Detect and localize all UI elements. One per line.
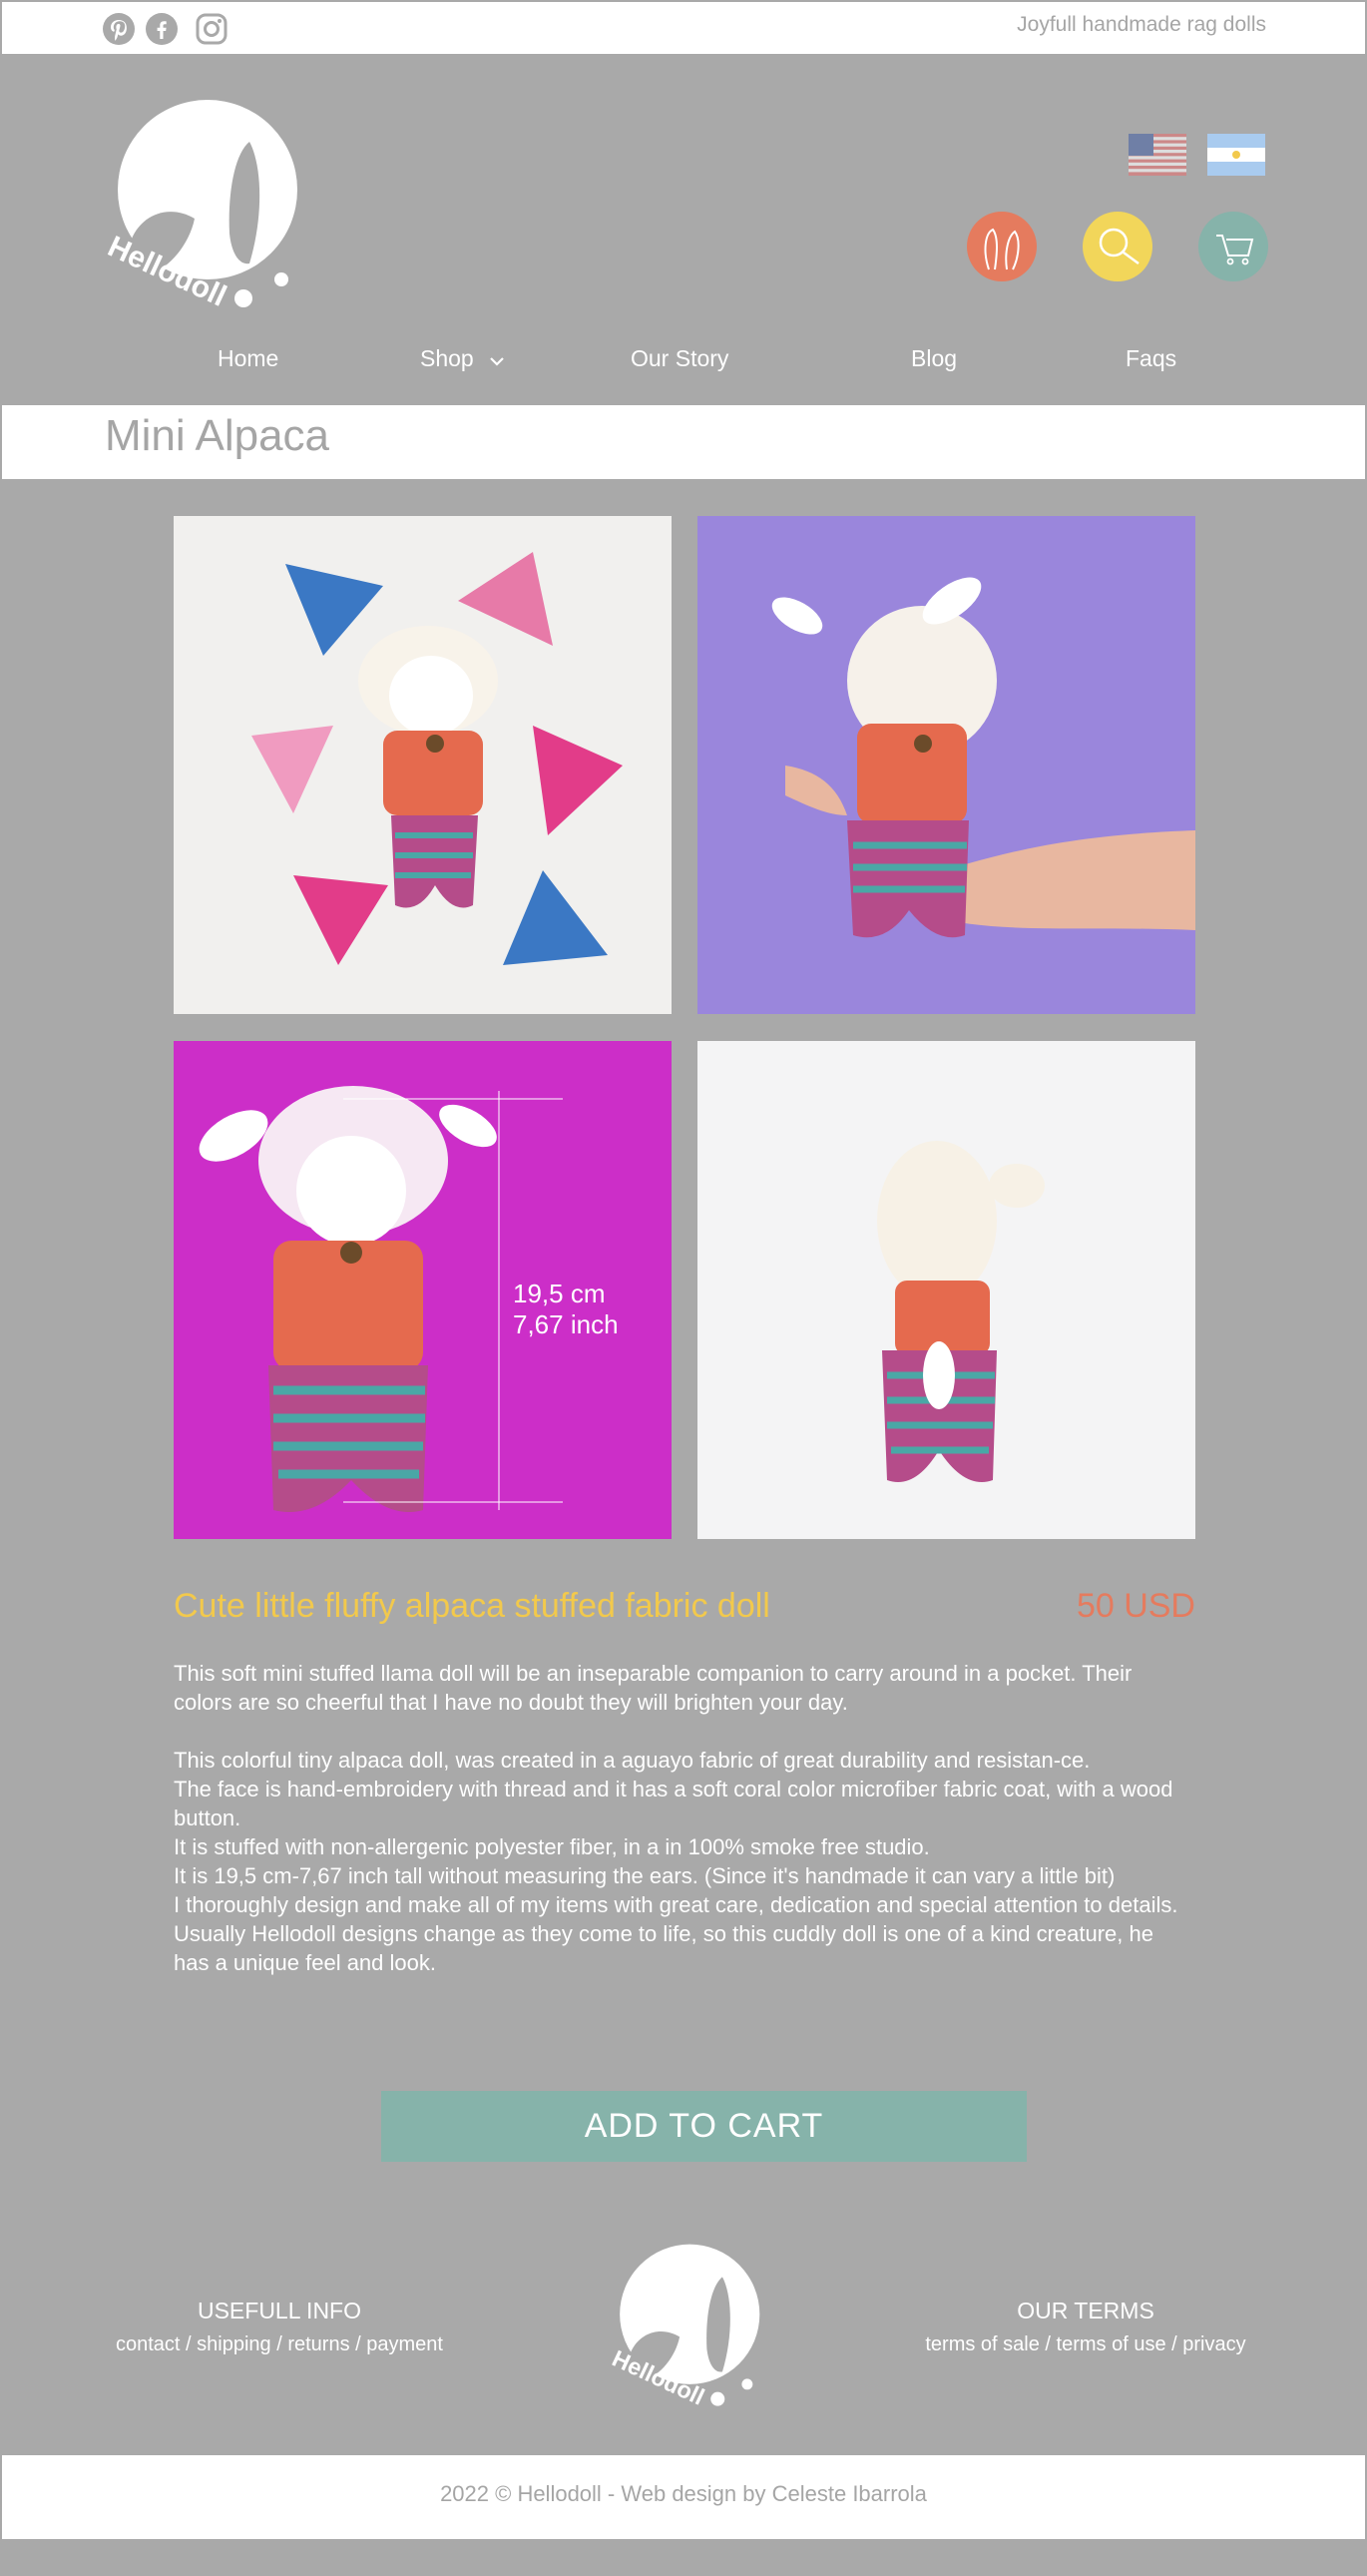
us-flag-icon[interactable] [1129, 134, 1186, 176]
hellodoll-logo[interactable]: Hellodoll [100, 94, 299, 319]
cart-icon[interactable] [1198, 212, 1268, 281]
product-photo-4[interactable] [697, 1041, 1195, 1539]
nav-faqs[interactable]: Faqs [1126, 345, 1176, 372]
add-to-cart-button[interactable]: ADD TO CART [381, 2091, 1027, 2162]
product-description: This soft mini stuffed llama doll will b… [174, 1659, 1193, 1977]
search-icon[interactable] [1083, 212, 1152, 281]
footer-link-shipping[interactable]: shipping [197, 2333, 271, 2355]
nav-shop[interactable]: Shop [420, 345, 506, 373]
desc-paragraph-3: The face is hand-embroidery with thread … [174, 1777, 1173, 1830]
product-price: 50 USD [1076, 1587, 1195, 1625]
footer-link-returns[interactable]: returns [287, 2333, 349, 2355]
bunny-ears-icon[interactable] [967, 212, 1037, 281]
footer-hellodoll-logo[interactable]: Hellodoll [604, 2240, 763, 2415]
our-terms-heading: OUR TERMS [1017, 2298, 1154, 2323]
desc-paragraph-5: It is 19,5 cm-7,67 inch tall without mea… [174, 1863, 1116, 1888]
page-title: Mini Alpaca [105, 411, 330, 460]
useful-info-links: contact / shipping / returns / payment [116, 2333, 443, 2355]
tagline: Joyfull handmade rag dolls [1017, 13, 1266, 36]
product-title: Cute little fluffy alpaca stuffed fabric… [174, 1587, 770, 1625]
desc-paragraph-6: I thoroughly design and make all of my i… [174, 1892, 1178, 1975]
footer-link-payment[interactable]: payment [366, 2333, 443, 2355]
nav-blog[interactable]: Blog [911, 345, 957, 372]
nav-shop-label: Shop [420, 345, 474, 371]
pinterest-icon[interactable] [103, 13, 135, 45]
instagram-icon[interactable] [196, 13, 228, 45]
chevron-down-icon [488, 346, 506, 373]
product-photo-1[interactable] [174, 516, 672, 1014]
footer-link-terms-of-sale[interactable]: terms of sale [925, 2333, 1039, 2355]
measure-cm: 19,5 cm [513, 1279, 606, 1308]
product-photo-2[interactable] [697, 516, 1195, 1014]
footer-link-privacy[interactable]: privacy [1182, 2333, 1245, 2355]
facebook-icon[interactable] [146, 13, 178, 45]
product-photo-3[interactable]: 19,5 cm 7,67 inch [174, 1041, 672, 1539]
argentina-flag-icon[interactable] [1207, 134, 1265, 176]
footer-link-contact[interactable]: contact [116, 2333, 180, 2355]
desc-paragraph-2: This colorful tiny alpaca doll, was crea… [174, 1748, 1091, 1773]
desc-paragraph-1: This soft mini stuffed llama doll will b… [174, 1661, 1133, 1715]
our-terms-links: terms of sale / terms of use / privacy [925, 2333, 1246, 2355]
desc-paragraph-4: It is stuffed with non-allergenic polyes… [174, 1834, 930, 1859]
nav-our-story[interactable]: Our Story [631, 345, 728, 372]
copyright-text: 2022 © Hellodoll - Web design by Celeste… [440, 2481, 927, 2506]
footer-link-terms-of-use[interactable]: terms of use [1057, 2333, 1166, 2355]
measure-inch: 7,67 inch [513, 1309, 619, 1339]
nav-home[interactable]: Home [218, 345, 278, 372]
useful-info-heading: USEFULL INFO [197, 2298, 361, 2323]
